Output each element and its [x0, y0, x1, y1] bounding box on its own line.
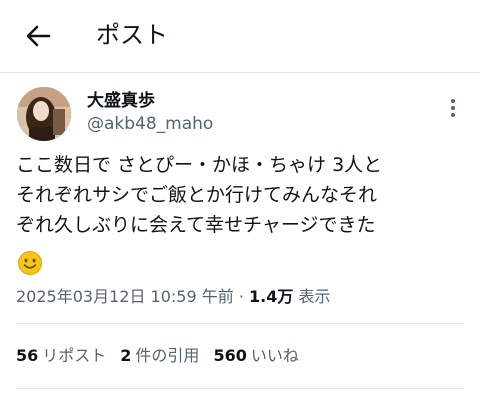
meta-separator: ·: [233, 287, 249, 306]
reposts-label: リポスト: [42, 346, 107, 365]
avatar[interactable]: [17, 87, 71, 141]
back-button[interactable]: [22, 20, 54, 52]
smiling-face-icon: [18, 251, 42, 275]
author-handle[interactable]: @akb48_maho: [87, 113, 213, 135]
post-text-line: ここ数日で さとぴー・かほ・ちゃけ 3人と: [16, 154, 383, 176]
quotes-label: 件の引用: [135, 346, 200, 365]
timestamp[interactable]: 2025年03月12日 10:59 午前: [16, 287, 234, 306]
quotes-stat[interactable]: 2 件の引用: [120, 344, 199, 368]
profile-photo: [17, 87, 71, 141]
divider: [0, 72, 480, 73]
post-text-line: それぞれサシでご飯とか行けてみんなそれ: [16, 184, 378, 206]
engagement-stats: 56 リポスト 2 件の引用 560 いいね: [16, 344, 313, 368]
author-display-name[interactable]: 大盛真歩: [87, 90, 155, 112]
post-text: ここ数日で さとぴー・かほ・ちゃけ 3人と それぞれサシでご飯とか行けてみんなそ…: [16, 150, 472, 240]
reposts-stat[interactable]: 56 リポスト: [16, 344, 106, 368]
quotes-count: 2: [120, 346, 132, 365]
likes-label: いいね: [250, 346, 299, 365]
divider: [16, 323, 464, 324]
likes-stat[interactable]: 560 いいね: [213, 344, 298, 368]
more-vertical-icon: [451, 99, 455, 117]
views-count: 1.4万: [249, 287, 294, 306]
arrow-left-icon: [26, 25, 51, 47]
reposts-count: 56: [16, 346, 39, 365]
page-title: ポスト: [96, 21, 168, 49]
likes-count: 560: [213, 346, 247, 365]
post-meta: 2025年03月12日 10:59 午前 · 1.4万 表示: [16, 285, 330, 309]
divider: [16, 388, 464, 389]
more-options-button[interactable]: [444, 97, 462, 119]
views-label: 表示: [298, 287, 331, 306]
top-bar: ポスト: [0, 0, 480, 72]
post-text-line: ぞれ久しぶりに会えて幸せチャージできた: [16, 214, 376, 236]
